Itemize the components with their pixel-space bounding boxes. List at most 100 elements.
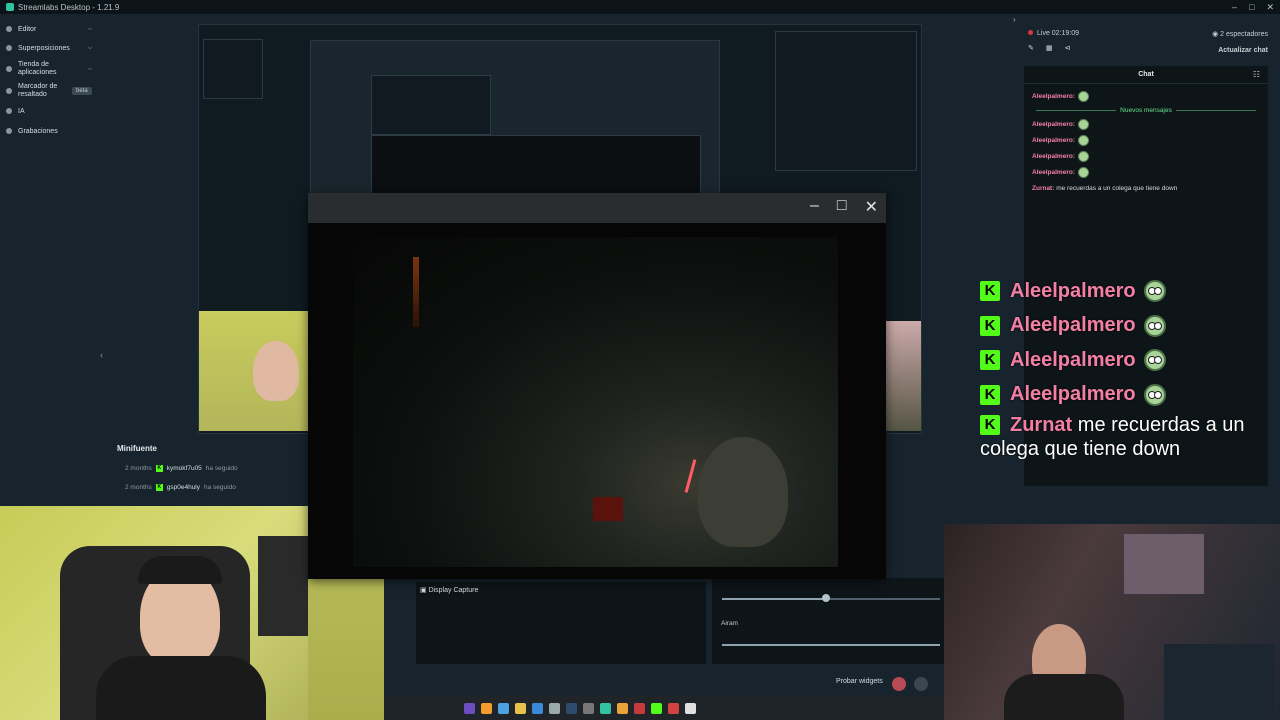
- mic-level-bar: [722, 644, 940, 646]
- webcam-left: [0, 506, 308, 720]
- mail-icon[interactable]: [532, 702, 543, 714]
- event-action: ha seguido: [204, 484, 236, 491]
- ai-icon: [6, 108, 12, 114]
- kick-icon: K: [155, 465, 163, 472]
- collapse-chevron-icon[interactable]: ‹: [100, 350, 103, 360]
- app-icon[interactable]: [464, 702, 475, 714]
- sources-list: ▣ Display Capture: [416, 582, 706, 664]
- mixer-source-label: Airam: [721, 620, 738, 627]
- chat-message: Aleelpalmero:: [1024, 148, 1268, 164]
- display-capture-source[interactable]: Display Capture: [429, 587, 479, 594]
- title-bar: Streamlabs Desktop - 1.21.9 – □ ✕: [0, 0, 1280, 14]
- overlay-message: K Aleelpalmero: [978, 378, 1278, 413]
- refresh-icon[interactable]: [914, 677, 928, 691]
- close-icon[interactable]: ✕: [865, 197, 878, 217]
- kick-icon: K: [980, 384, 1000, 405]
- chat-user: Aleelpalmero:: [1032, 152, 1075, 160]
- event-time: 2 months: [125, 465, 152, 472]
- app-store-icon: [6, 66, 12, 72]
- sidebar-item-label: IA: [18, 107, 25, 115]
- live-bar: Live 02:19:09 ◉ 2 espectadores ✎ ▦ ⊲ Act…: [1028, 30, 1274, 54]
- close-icon[interactable]: ✕: [1266, 0, 1274, 14]
- overlay-user: Aleelpalmero: [1010, 383, 1136, 406]
- tiktok-icon[interactable]: [685, 702, 696, 714]
- frog-emote-icon: [1078, 118, 1089, 130]
- app-icon[interactable]: [617, 702, 628, 714]
- sidebar-item-superposiciones[interactable]: Superposiciones ⌵: [0, 42, 100, 54]
- minimize-icon[interactable]: –: [1232, 0, 1237, 14]
- nested-person: [253, 341, 299, 401]
- nested-sidebar: [203, 39, 263, 99]
- overlay-message: K Zurnat me recuerdas a un: [978, 412, 1278, 438]
- sidebar-item-label: Editor: [18, 25, 37, 33]
- kick-icon[interactable]: [651, 702, 662, 714]
- app-icon[interactable]: [668, 702, 679, 714]
- second-streamer-shirt: [1004, 674, 1124, 720]
- app-icon[interactable]: [634, 702, 645, 714]
- probar-widgets-button[interactable]: Probar widgets: [836, 678, 883, 685]
- frog-emote-icon: [1143, 383, 1166, 406]
- nested-chat-panel: [775, 31, 917, 171]
- firefox-icon[interactable]: [481, 702, 492, 714]
- minimize-icon[interactable]: –: [810, 197, 819, 217]
- frog-emote-icon: [1078, 90, 1089, 102]
- frog-emote-icon: [1143, 314, 1166, 337]
- streamlabs-icon[interactable]: [600, 702, 611, 714]
- door-light: [413, 257, 419, 327]
- streamer-shirt: [96, 656, 266, 720]
- edit-icon[interactable]: ✎: [1028, 44, 1034, 52]
- chevron-down-icon: ⌵: [87, 25, 92, 32]
- frog-emote-icon: [1078, 150, 1089, 162]
- maximize-icon[interactable]: □: [1249, 0, 1254, 14]
- overlay-text-continued: colega que tiene down: [980, 438, 1181, 460]
- kick-icon: K: [980, 350, 1000, 371]
- video-person-face: [698, 437, 788, 547]
- event-user: kymokf7u05: [166, 465, 202, 472]
- overlay-user: Aleelpalmero: [1010, 279, 1136, 302]
- microphone: [258, 536, 308, 636]
- event-user: gsp0e4huly: [166, 484, 200, 491]
- overlay-user: Zurnat: [1010, 413, 1073, 436]
- overlay-user: Aleelpalmero: [1010, 314, 1136, 337]
- video-frame: [308, 223, 886, 579]
- sidebar-item-editor[interactable]: Editor ⌵: [0, 23, 100, 35]
- chat-user: Aleelpalmero:: [1032, 136, 1075, 144]
- minifuente-widget: Minifuente 2 months K kymokf7u05 ha segu…: [112, 440, 312, 500]
- overlay-message: K Aleelpalmero: [978, 274, 1278, 309]
- chat-message: Zurnat: me recuerdas a un colega que tie…: [1024, 180, 1268, 196]
- record-icon[interactable]: [892, 677, 906, 691]
- nested-window: [371, 75, 491, 135]
- list-item: 2 months K gsp0e4huly ha seguido: [112, 478, 312, 497]
- viewers-icon: ◉: [1212, 31, 1221, 38]
- sidebar-item-label: Marcador de resaltado: [18, 83, 58, 98]
- audio-mixer: Airam: [712, 578, 944, 664]
- nested-webcam-right: [885, 321, 921, 431]
- volume-slider-handle[interactable]: [822, 594, 830, 602]
- desk-setup: [1164, 644, 1274, 720]
- video-scene: [353, 237, 838, 567]
- sidebar-item-grabaciones[interactable]: Grabaciones: [0, 125, 100, 137]
- sidebar-item-ia[interactable]: IA: [0, 105, 100, 117]
- app-icon[interactable]: [498, 702, 509, 714]
- red-light: [593, 497, 623, 521]
- new-messages-divider: Nuevos mensajes: [1024, 104, 1268, 116]
- popout-icon[interactable]: ▦: [1046, 44, 1053, 52]
- chat-users-icon[interactable]: ☷: [1253, 70, 1260, 79]
- sidebar-item-marcador[interactable]: Marcador de resaltado beta: [0, 82, 100, 100]
- overlay-message: K Aleelpalmero: [978, 343, 1278, 378]
- obs-icon[interactable]: [583, 702, 594, 714]
- streamlabs-logo-icon: [6, 3, 14, 11]
- sidebar-item-tienda[interactable]: Tienda de aplicaciones ⌵: [0, 60, 100, 78]
- window-title: Streamlabs Desktop - 1.21.9: [18, 2, 120, 12]
- sidebar: Editor ⌵ Superposiciones ⌵ Tienda de apl…: [0, 14, 100, 504]
- sidebar-item-label: Grabaciones: [18, 127, 58, 135]
- app-icon[interactable]: [549, 702, 560, 714]
- refresh-chat-button[interactable]: Actualizar chat: [1218, 47, 1268, 54]
- maximize-icon[interactable]: □: [837, 197, 847, 217]
- folder-icon[interactable]: [515, 702, 526, 714]
- popup-title-bar: – □ ✕: [308, 193, 886, 223]
- steam-icon[interactable]: [566, 702, 577, 714]
- viewer-count: 2 espectadores: [1220, 31, 1268, 38]
- expand-chevron-icon[interactable]: ›: [1013, 15, 1016, 24]
- share-icon[interactable]: ⊲: [1065, 44, 1071, 52]
